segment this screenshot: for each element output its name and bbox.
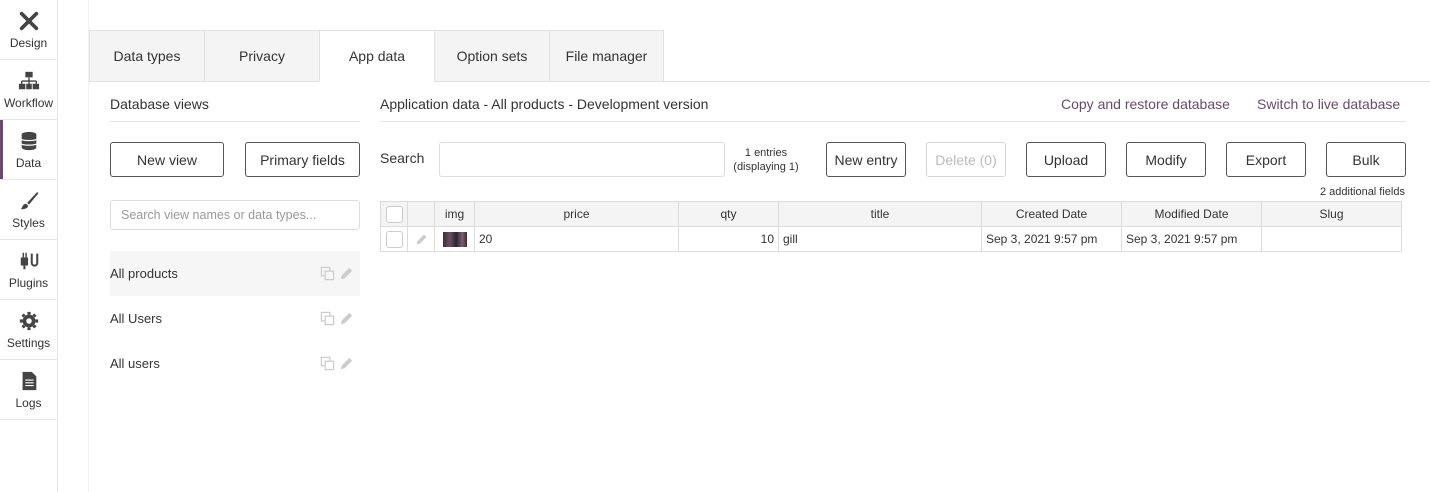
tab-bar: Data types Privacy App data Option sets … — [89, 30, 1430, 82]
workflow-icon — [18, 71, 39, 89]
column-header-title[interactable]: title — [778, 201, 982, 227]
pencil-icon[interactable] — [339, 266, 354, 281]
additional-fields-link[interactable]: 2 additional fields — [1320, 186, 1405, 198]
cell-price[interactable]: 20 — [474, 226, 679, 252]
cell-img[interactable] — [434, 226, 475, 252]
database-views-title: Database views — [110, 96, 209, 112]
app-data-title: Application data - All products - Develo… — [380, 96, 709, 112]
search-label: Search — [380, 150, 425, 166]
modify-button[interactable]: Modify — [1126, 142, 1206, 177]
main-area: Data types Privacy App data Option sets … — [88, 0, 1430, 492]
nav-styles[interactable]: Styles — [0, 180, 57, 240]
copy-icon[interactable] — [320, 356, 335, 371]
pencil-icon[interactable] — [339, 356, 354, 371]
new-entry-button[interactable]: New entry — [826, 142, 906, 177]
pencil-icon[interactable] — [415, 233, 428, 246]
view-item-all-users-lowercase[interactable]: All users — [110, 341, 360, 386]
column-header-price[interactable]: price — [474, 201, 679, 227]
tab-app-data[interactable]: App data — [319, 30, 434, 82]
column-header-modified-date[interactable]: Modified Date — [1121, 201, 1262, 227]
select-all-checkbox[interactable] — [385, 205, 403, 223]
copy-icon[interactable] — [320, 311, 335, 326]
search-views-input[interactable] — [110, 200, 360, 230]
nav-design-label: Design — [9, 35, 48, 50]
view-item-label: All users — [110, 356, 160, 371]
bulk-button[interactable]: Bulk — [1326, 142, 1406, 177]
nav-design[interactable]: Design — [0, 0, 57, 60]
primary-fields-button[interactable]: Primary fields — [245, 142, 360, 177]
entries-count-line: 1 entries — [744, 147, 788, 159]
tab-data-types[interactable]: Data types — [89, 30, 204, 82]
tab-privacy[interactable]: Privacy — [204, 30, 319, 82]
cell-title[interactable]: gill — [778, 226, 982, 252]
view-item-label: All products — [110, 266, 178, 281]
plug-icon — [20, 252, 38, 269]
design-icon — [19, 11, 38, 30]
table-header-row: img price qty title Created Date Modifie… — [380, 201, 1402, 227]
edit-column-header — [407, 201, 435, 227]
table-row[interactable]: 20 10 gill Sep 3, 2021 9:57 pm Sep 3, 20… — [380, 226, 1402, 252]
upload-button[interactable]: Upload — [1026, 142, 1106, 177]
cell-created-date[interactable]: Sep 3, 2021 9:57 pm — [981, 226, 1122, 252]
column-header-slug[interactable]: Slug — [1261, 201, 1402, 227]
product-thumbnail — [442, 231, 467, 247]
delete-button[interactable]: Delete (0) — [926, 142, 1006, 177]
search-input[interactable] — [439, 142, 725, 177]
column-header-img[interactable]: img — [434, 201, 475, 227]
view-item-label: All Users — [110, 311, 163, 326]
pencil-icon[interactable] — [339, 311, 354, 326]
nav-settings-label: Settings — [6, 335, 51, 350]
copy-icon[interactable] — [320, 266, 335, 281]
nav-workflow[interactable]: Workflow — [0, 60, 57, 120]
nav-data-label: Data — [15, 155, 42, 170]
nav-plugins[interactable]: Plugins — [0, 240, 57, 300]
entries-count: 1 entries (displaying 1) — [725, 146, 807, 174]
document-icon — [22, 371, 36, 390]
select-all-cell — [380, 201, 408, 227]
nav-logs[interactable]: Logs — [0, 360, 57, 420]
new-view-button[interactable]: New view — [110, 142, 224, 177]
tab-file-manager[interactable]: File manager — [549, 30, 664, 82]
column-header-qty[interactable]: qty — [678, 201, 779, 227]
row-checkbox[interactable] — [385, 230, 403, 248]
view-item-all-users[interactable]: All Users — [110, 296, 360, 341]
nav-workflow-label: Workflow — [3, 95, 54, 110]
divider — [380, 121, 1406, 122]
switch-live-database-link[interactable]: Switch to live database — [1257, 96, 1400, 112]
row-edit-cell — [407, 226, 435, 252]
brush-icon — [20, 191, 38, 209]
cell-slug[interactable] — [1261, 226, 1402, 252]
export-button[interactable]: Export — [1226, 142, 1306, 177]
copy-restore-database-link[interactable]: Copy and restore database — [1061, 96, 1230, 112]
divider — [110, 121, 360, 122]
nav-styles-label: Styles — [12, 215, 45, 230]
nav-settings[interactable]: Settings — [0, 300, 57, 360]
view-item-all-products[interactable]: All products — [110, 251, 360, 296]
gear-icon — [19, 311, 38, 330]
nav-logs-label: Logs — [15, 395, 42, 410]
nav-plugins-label: Plugins — [8, 275, 49, 290]
cell-modified-date[interactable]: Sep 3, 2021 9:57 pm — [1121, 226, 1262, 252]
entries-displaying-line: (displaying 1) — [733, 161, 799, 173]
nav-data[interactable]: Data — [0, 120, 57, 180]
column-header-created-date[interactable]: Created Date — [981, 201, 1122, 227]
left-nav: Design Workflow Data Styles Plugins Sett… — [0, 0, 58, 492]
data-table: img price qty title Created Date Modifie… — [380, 201, 1402, 252]
row-select-cell — [380, 226, 408, 252]
database-icon — [20, 131, 37, 150]
tab-option-sets[interactable]: Option sets — [434, 30, 549, 82]
cell-qty[interactable]: 10 — [678, 226, 779, 252]
